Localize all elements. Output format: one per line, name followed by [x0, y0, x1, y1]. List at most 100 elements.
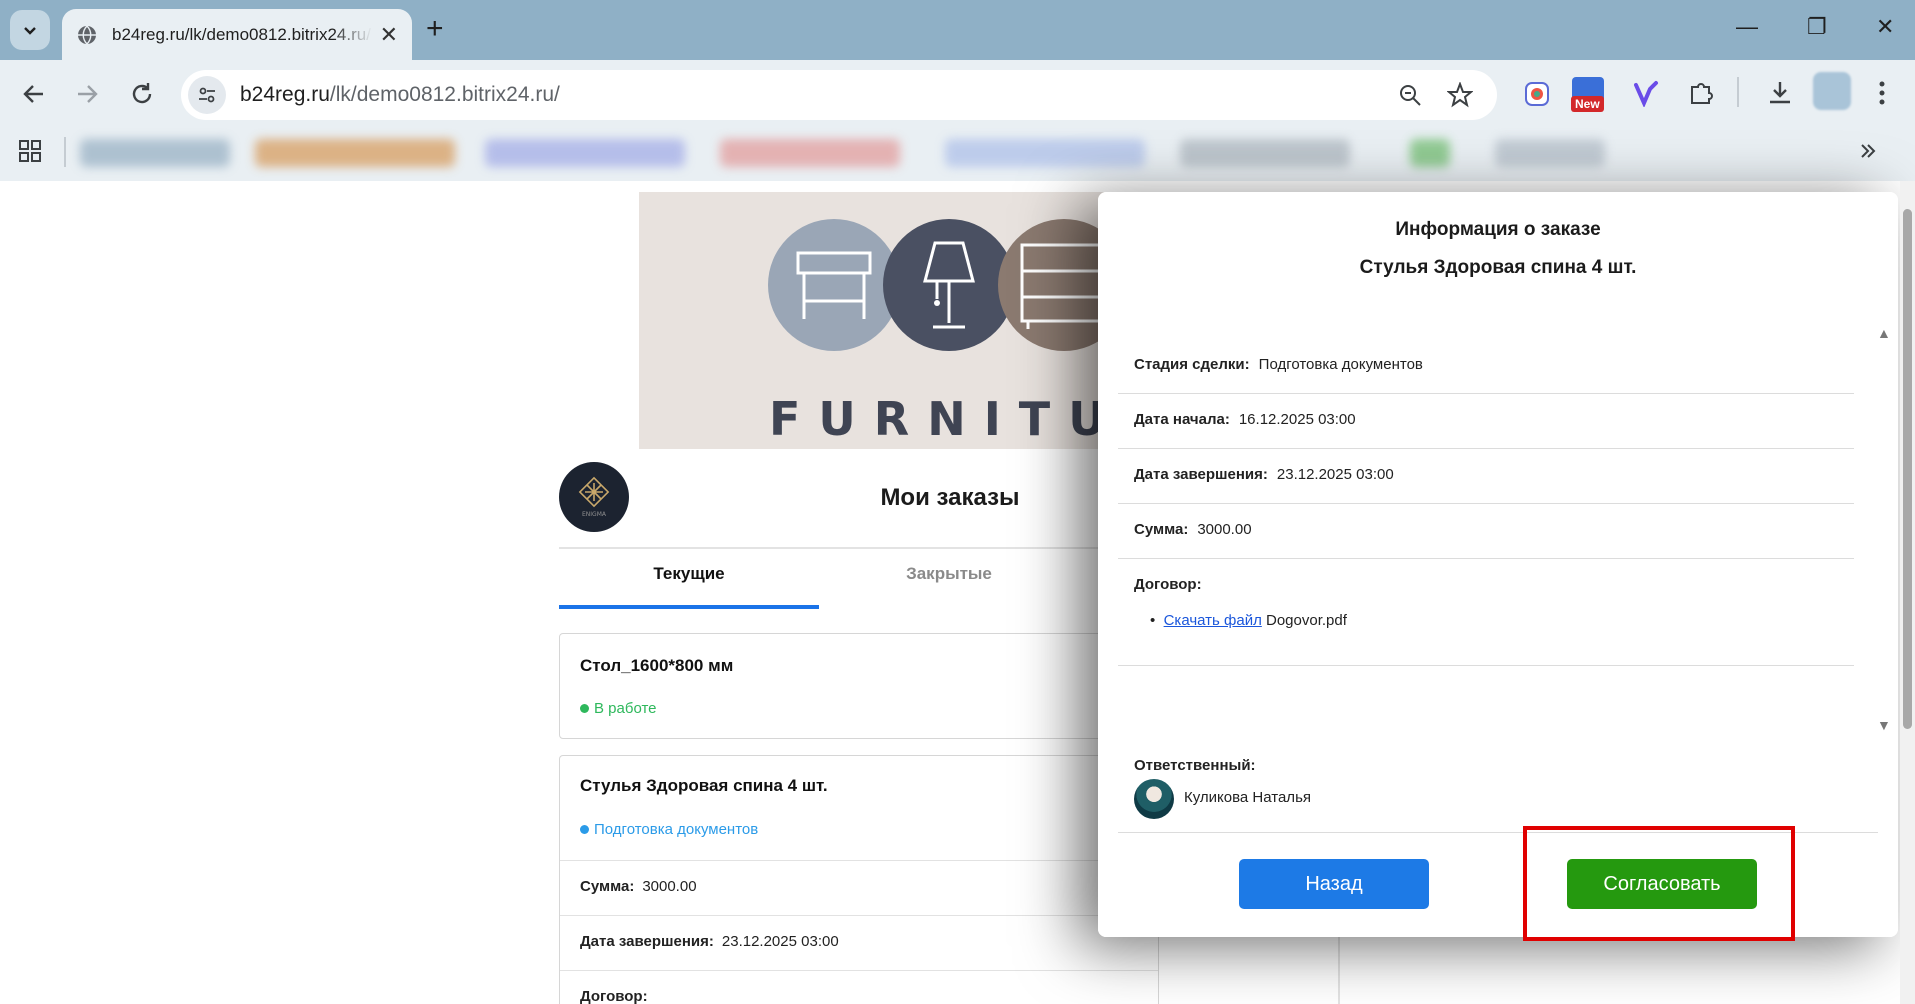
responsible-label-text: Ответственный:	[1134, 757, 1256, 774]
bookmark-item[interactable]	[255, 139, 455, 167]
restore-window-button[interactable]: ❐	[1807, 14, 1827, 40]
row-divider	[560, 970, 1158, 971]
file-name: Dogovor.pdf	[1266, 612, 1347, 629]
apps-grid-icon[interactable]	[18, 139, 42, 163]
company-logo: ENIGMA	[559, 462, 629, 532]
modal-subtitle: Стулья Здоровая спина 4 шт.	[1359, 257, 1637, 278]
bookmark-item[interactable]	[485, 139, 685, 167]
star-icon[interactable]	[1447, 82, 1473, 108]
enigma-logo-icon: ENIGMA	[578, 476, 610, 518]
minimize-window-button[interactable]: —	[1736, 14, 1758, 40]
order-status-text: В работе	[594, 700, 657, 717]
responsible-name: Куликова Наталья	[1184, 789, 1312, 806]
table-icon	[796, 251, 872, 319]
tab-current[interactable]: Текущие	[559, 564, 819, 584]
row-divider	[1118, 503, 1854, 504]
download-icon[interactable]	[1766, 79, 1794, 107]
more-bookmarks-icon[interactable]	[1858, 141, 1878, 161]
avatar	[1134, 779, 1174, 819]
bookmark-item[interactable]	[720, 139, 900, 167]
active-tab-indicator	[559, 605, 819, 609]
site-info-button[interactable]	[188, 76, 226, 114]
tab-search-button[interactable]	[10, 10, 50, 50]
row-divider	[560, 860, 1158, 861]
order-field-contract: Договор:	[580, 988, 1158, 1004]
site-info-icon	[199, 87, 215, 103]
tab-close-icon[interactable]: ✕	[380, 23, 398, 46]
page-scrollbar-thumb[interactable]	[1903, 209, 1912, 729]
modal-row-sum: Сумма: 3000.00	[1134, 521, 1252, 538]
globe-icon	[78, 25, 96, 44]
modal-row-start-date: Дата начала: 16.12.2025 03:00	[1134, 411, 1356, 428]
bookmark-item[interactable]	[1180, 139, 1350, 167]
address-bar[interactable]: b24reg.ru/lk/demo0812.bitrix24.ru/	[181, 70, 1497, 120]
page-scrollbar[interactable]	[1900, 181, 1915, 1004]
bookmarks-bar	[0, 129, 1915, 181]
order-card[interactable]: Стулья Здоровая спина 4 шт. Подготовка д…	[559, 755, 1159, 1004]
responsible-label: Ответственный:	[1134, 757, 1265, 774]
highlight-box	[1523, 826, 1795, 941]
status-dot-icon	[580, 825, 589, 834]
scroll-up-icon[interactable]: ▲	[1877, 325, 1891, 341]
order-status: Подготовка документов	[580, 821, 758, 838]
bookmark-item[interactable]	[1495, 139, 1605, 167]
bullet-icon: •	[1150, 612, 1164, 629]
menu-dots-icon[interactable]	[1877, 79, 1887, 107]
bookmark-item[interactable]	[945, 139, 1145, 167]
lamp-icon	[923, 241, 975, 329]
forward-icon[interactable]	[73, 80, 101, 108]
row-value: Подготовка документов	[1258, 356, 1423, 373]
download-file-link[interactable]: Скачать файл	[1164, 612, 1262, 629]
lens-extension-icon[interactable]	[1524, 81, 1550, 107]
order-card[interactable]: Стол_1600*800 мм В работе	[559, 633, 1159, 739]
row-divider	[1118, 393, 1854, 394]
modal-row-contract: Договор:	[1134, 576, 1211, 593]
reload-icon[interactable]	[128, 80, 156, 108]
new-tab-button[interactable]: +	[426, 14, 444, 44]
modal-row-end-date: Дата завершения: 23.12.2025 03:00	[1134, 466, 1394, 483]
contract-file-item: • Скачать файл Dogovor.pdf	[1150, 612, 1347, 629]
order-status: В работе	[580, 700, 657, 717]
bookmark-item[interactable]	[80, 139, 230, 167]
zoom-icon[interactable]	[1398, 83, 1422, 107]
order-title: Стол_1600*800 мм	[580, 656, 734, 675]
status-dot-icon	[580, 704, 589, 713]
tab-title: b24reg.ru/lk/demo0812.bitrix24.ru/	[112, 24, 371, 44]
field-value: 3000.00	[642, 878, 697, 895]
row-divider	[1118, 665, 1854, 666]
back-button[interactable]: Назад	[1239, 859, 1429, 909]
field-label: Сумма:	[580, 878, 635, 895]
field-label: Дата завершения:	[580, 933, 714, 950]
profile-icon[interactable]	[1813, 72, 1851, 110]
url-path: /lk/demo0812.bitrix24.ru/	[329, 83, 560, 106]
row-label: Стадия сделки:	[1134, 356, 1250, 373]
modal-title: Информация о заказе	[1395, 219, 1601, 240]
close-window-button[interactable]: ✕	[1876, 14, 1894, 40]
extensions-puzzle-icon[interactable]	[1687, 79, 1715, 107]
new-badge: New	[1571, 96, 1604, 112]
copilot-extension-icon[interactable]	[1632, 79, 1660, 107]
row-label: Договор:	[1134, 576, 1202, 593]
order-field-end-date: Дата завершения: 23.12.2025 03:00	[580, 933, 1158, 950]
row-divider	[1118, 558, 1854, 559]
field-value: 23.12.2025 03:00	[721, 933, 839, 950]
lamp-illustration	[883, 219, 1015, 351]
bookmark-item[interactable]	[1410, 139, 1450, 167]
back-icon[interactable]	[20, 80, 48, 108]
scroll-down-icon[interactable]: ▼	[1877, 717, 1891, 733]
logo-text: ENIGMA	[582, 511, 607, 518]
toolbar-divider	[1737, 77, 1739, 107]
browser-tab-bar: b24reg.ru/lk/demo0812.bitrix24.ru/ ✕ + —…	[0, 0, 1915, 60]
row-label: Дата завершения:	[1134, 466, 1268, 483]
row-value: 23.12.2025 03:00	[1276, 466, 1394, 483]
tab-closed[interactable]: Закрытые	[819, 564, 1079, 584]
browser-tab-active[interactable]: b24reg.ru/lk/demo0812.bitrix24.ru/ ✕	[62, 9, 412, 60]
modal-row-stage: Стадия сделки: Подготовка документов	[1134, 356, 1423, 373]
row-label: Сумма:	[1134, 521, 1189, 538]
row-divider	[1118, 448, 1854, 449]
url-host: b24reg.ru	[240, 83, 330, 106]
field-label: Договор:	[580, 988, 648, 1004]
order-field-sum: Сумма: 3000.00	[580, 878, 1158, 895]
browser-toolbar: b24reg.ru/lk/demo0812.bitrix24.ru/ New	[0, 60, 1915, 129]
row-value: 3000.00	[1197, 521, 1252, 538]
